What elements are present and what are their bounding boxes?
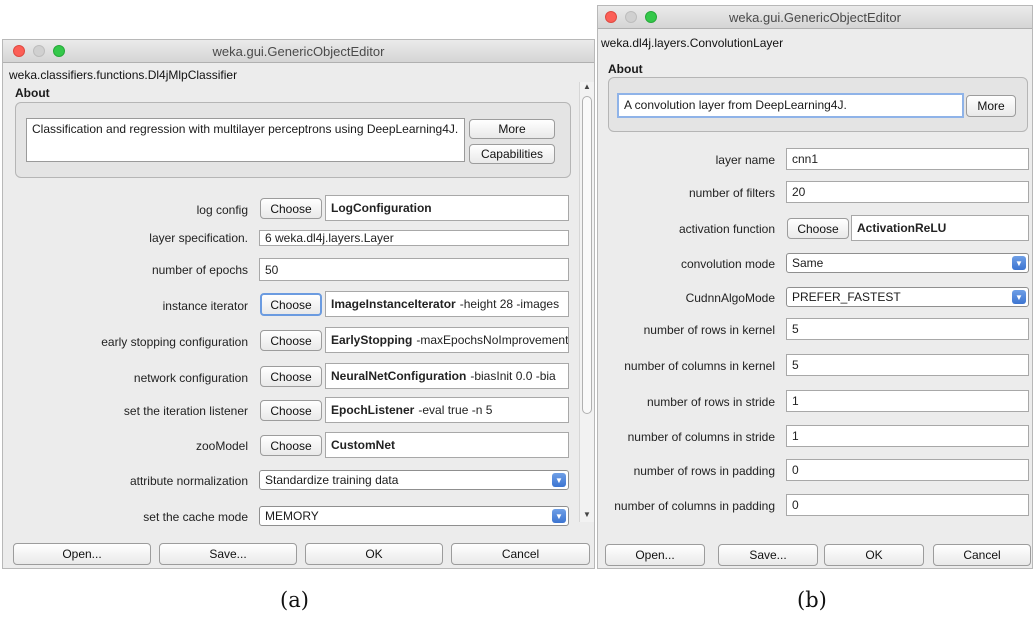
early-stopping-choose-button[interactable]: Choose (260, 330, 322, 351)
window-b-titlebar[interactable]: weka.gui.GenericObjectEditor (598, 6, 1032, 29)
save-button[interactable]: Save... (159, 543, 297, 565)
early-stopping-value: EarlyStopping (331, 333, 413, 347)
caption-b: (b) (797, 588, 827, 612)
log-config-choose-button[interactable]: Choose (260, 198, 322, 219)
about-label: About (608, 62, 643, 76)
early-stopping-label: early stopping configuration (101, 335, 248, 349)
iteration-listener-choose-button[interactable]: Choose (260, 400, 322, 421)
cols-padding-label: number of columns in padding (614, 499, 775, 513)
iteration-listener-label: set the iteration listener (123, 404, 248, 418)
window-title: weka.gui.GenericObjectEditor (212, 44, 385, 59)
open-button[interactable]: Open... (605, 544, 705, 566)
epochs-label: number of epochs (151, 263, 248, 277)
rows-kernel-label: number of rows in kernel (643, 323, 775, 337)
cancel-button[interactable]: Cancel (451, 543, 590, 565)
zoo-model-field[interactable]: CustomNet (325, 432, 569, 458)
save-button[interactable]: Save... (718, 544, 818, 566)
zoo-model-value: CustomNet (331, 438, 396, 452)
cudnn-label: CudnnAlgoMode (685, 291, 775, 305)
more-button[interactable]: More (966, 95, 1016, 117)
epochs-field[interactable]: 50 (259, 258, 569, 281)
zoo-model-choose-button[interactable]: Choose (260, 435, 322, 456)
cols-padding-field[interactable]: 0 (786, 494, 1029, 516)
chevron-down-icon: ▼ (1012, 256, 1026, 270)
early-stopping-field[interactable]: EarlyStopping -maxEpochsNoImprovement (325, 327, 569, 353)
cache-mode-label: set the cache mode (143, 510, 248, 524)
more-button[interactable]: More (469, 119, 555, 139)
open-button[interactable]: Open... (13, 543, 151, 565)
conv-mode-select[interactable]: Same ▼ (786, 253, 1029, 273)
class-name: weka.dl4j.layers.ConvolutionLayer (601, 36, 784, 50)
iteration-listener-value: EpochListener (331, 403, 415, 417)
activation-field[interactable]: ActivationReLU (851, 215, 1029, 241)
layer-name-label: layer name (715, 153, 775, 167)
instance-iterator-value: ImageInstanceIterator (331, 297, 456, 311)
network-config-choose-button[interactable]: Choose (260, 366, 322, 387)
capabilities-button[interactable]: Capabilities (469, 144, 555, 164)
log-config-label: log config (196, 203, 248, 217)
rows-stride-field[interactable]: 1 (786, 390, 1029, 412)
about-label: About (15, 86, 50, 100)
num-filters-label: number of filters (688, 186, 775, 200)
attr-norm-select[interactable]: Standardize training data ▼ (259, 470, 569, 490)
attr-norm-label: attribute normalization (129, 474, 248, 488)
scrollbar-thumb[interactable] (582, 96, 592, 414)
conv-mode-label: convolution mode (680, 257, 775, 271)
network-config-value: NeuralNetConfiguration (331, 369, 467, 383)
layer-spec-label: layer specification. (149, 231, 248, 245)
rows-padding-label: number of rows in padding (633, 464, 775, 478)
layer-spec-field[interactable]: 6 weka.dl4j.layers.Layer (259, 230, 569, 246)
scroll-up-icon[interactable]: ▲ (580, 82, 594, 94)
network-config-field[interactable]: NeuralNetConfiguration -biasInit 0.0 -bia (325, 363, 569, 389)
layer-name-field[interactable]: cnn1 (786, 148, 1029, 170)
vertical-scrollbar[interactable]: ▲ ▼ (579, 82, 594, 522)
window-b: weka.gui.GenericObjectEditor weka.dl4j.l… (597, 5, 1033, 569)
instance-iterator-label: instance iterator (162, 299, 248, 313)
cols-stride-label: number of columns in stride (627, 430, 775, 444)
chevron-down-icon: ▼ (552, 509, 566, 523)
network-config-label: network configuration (133, 371, 248, 385)
instance-iterator-choose-button[interactable]: Choose (260, 293, 322, 316)
log-config-value: LogConfiguration (331, 201, 432, 215)
activation-label: activation function (678, 222, 775, 236)
log-config-field[interactable]: LogConfiguration (325, 195, 569, 221)
class-name: weka.classifiers.functions.Dl4jMlpClassi… (9, 68, 238, 82)
num-filters-field[interactable]: 20 (786, 181, 1029, 203)
window-a-titlebar[interactable]: weka.gui.GenericObjectEditor (3, 40, 594, 63)
cudnn-select[interactable]: PREFER_FASTEST ▼ (786, 287, 1029, 307)
ok-button[interactable]: OK (305, 543, 443, 565)
instance-iterator-field[interactable]: ImageInstanceIterator -height 28 -images (325, 291, 569, 317)
cancel-button[interactable]: Cancel (933, 544, 1031, 566)
activation-choose-button[interactable]: Choose (787, 218, 849, 239)
window-title: weka.gui.GenericObjectEditor (729, 10, 901, 25)
cols-stride-field[interactable]: 1 (786, 425, 1029, 447)
rows-padding-field[interactable]: 0 (786, 459, 1029, 481)
zoo-model-label: zooModel (195, 439, 248, 453)
rows-kernel-field[interactable]: 5 (786, 318, 1029, 340)
about-panel: Classification and regression with multi… (15, 102, 571, 178)
about-panel: A convolution layer from DeepLearning4J.… (608, 77, 1028, 132)
chevron-down-icon: ▼ (1012, 290, 1026, 304)
cols-kernel-field[interactable]: 5 (786, 354, 1029, 376)
caption-a: (a) (280, 588, 309, 612)
chevron-down-icon: ▼ (552, 473, 566, 487)
cols-kernel-label: number of columns in kernel (624, 359, 775, 373)
window-a: weka.gui.GenericObjectEditor weka.classi… (2, 39, 595, 569)
iteration-listener-field[interactable]: EpochListener -eval true -n 5 (325, 397, 569, 423)
cache-mode-select[interactable]: MEMORY ▼ (259, 506, 569, 526)
rows-stride-label: number of rows in stride (646, 395, 775, 409)
about-text: A convolution layer from DeepLearning4J. (617, 93, 964, 118)
activation-value: ActivationReLU (857, 221, 947, 235)
about-text: Classification and regression with multi… (26, 118, 465, 162)
scroll-down-icon[interactable]: ▼ (580, 510, 594, 522)
ok-button[interactable]: OK (824, 544, 924, 566)
